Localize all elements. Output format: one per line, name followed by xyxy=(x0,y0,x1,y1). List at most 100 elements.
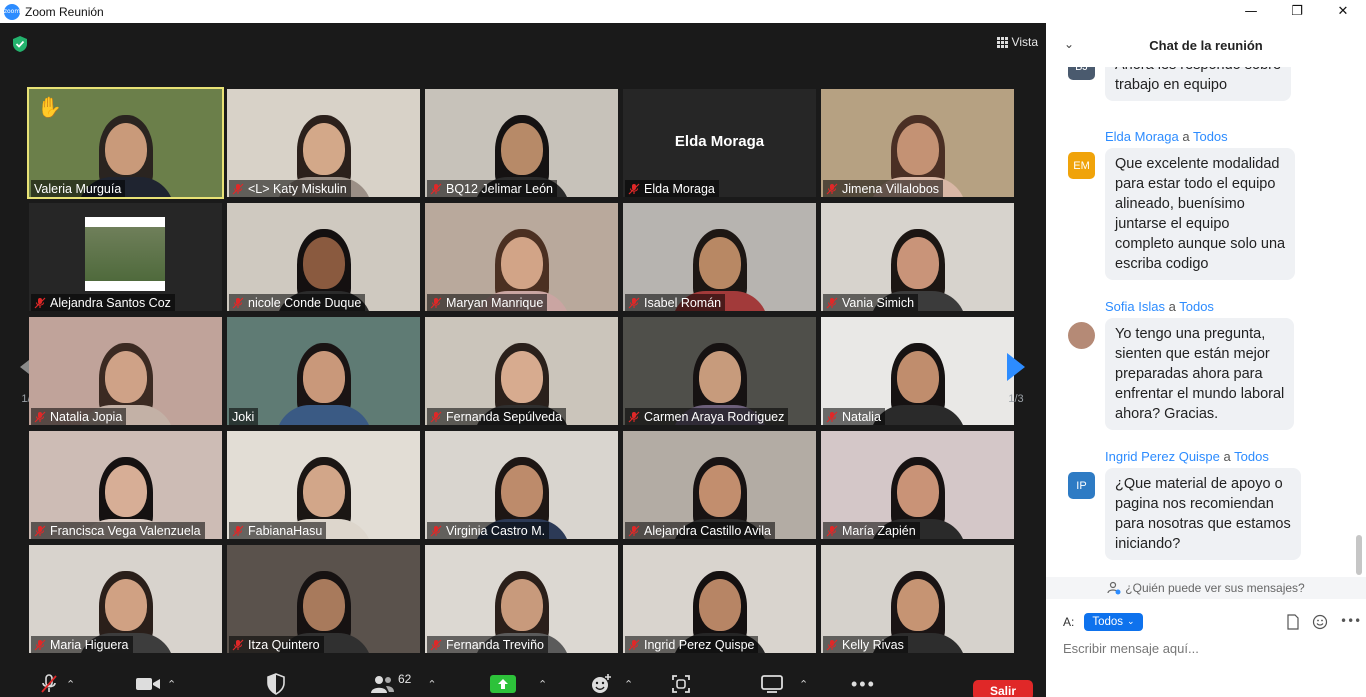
participant-tile[interactable]: Itza Quintero xyxy=(227,545,420,653)
participant-tile[interactable]: Virginia Castro M. xyxy=(425,431,618,539)
microphone-muted-icon xyxy=(41,674,57,693)
participant-tile[interactable]: Fernanda Treviño xyxy=(425,545,618,653)
recipient-dropdown[interactable]: Todos ⌄ xyxy=(1084,613,1143,631)
participant-name: Elda Moraga xyxy=(644,181,715,196)
participant-tile[interactable]: Maryan Manrique xyxy=(425,203,618,311)
participant-tile[interactable]: Joki xyxy=(227,317,420,425)
sender-name[interactable]: Ingrid Perez Quispe xyxy=(1105,449,1220,464)
participant-tile[interactable]: nicole Conde Duque xyxy=(227,203,420,311)
participant-name: María Zapién xyxy=(842,523,916,538)
participant-name-bar: Joki xyxy=(229,408,259,425)
participant-name: Fernanda Sepúlveda xyxy=(446,409,563,424)
microphone-muted-icon xyxy=(34,411,46,422)
participant-tile[interactable]: Natalia xyxy=(821,317,1014,425)
participant-name-bar: FabianaHasu xyxy=(229,522,327,539)
zoom-window: zoom Zoom Reunión — ❐ ✕ Vista 1/3 ✋ Valer… xyxy=(0,0,1366,697)
chat-messages[interactable]: BJ Ahora les respondo sobre trabajo en equ… xyxy=(1046,67,1366,577)
sender-name[interactable]: Sofia Islas xyxy=(1105,299,1165,314)
grid-view-icon xyxy=(996,36,1008,48)
microphone-muted-icon xyxy=(232,525,244,536)
participant-name-bar: BQ12 Jelimar León xyxy=(427,180,558,197)
microphone-muted-icon xyxy=(826,297,838,308)
participant-tile[interactable]: Elda Moraga Elda Moraga xyxy=(623,89,816,197)
recipient-name[interactable]: Todos xyxy=(1193,129,1228,144)
chevron-up-icon[interactable]: ⌃ xyxy=(624,678,633,691)
message-line: completo aunque solo una xyxy=(1115,236,1286,252)
leave-button[interactable]: Salir xyxy=(973,680,1033,697)
participant-tile[interactable]: Isabel Román xyxy=(623,203,816,311)
whiteboard-button[interactable]: ⌃ xyxy=(761,673,808,695)
participant-name-bar: nicole Conde Duque xyxy=(229,294,366,311)
encryption-shield-icon[interactable] xyxy=(11,35,29,53)
message-line: iniciando? xyxy=(1115,536,1181,552)
chat-scrollbar[interactable] xyxy=(1356,69,1362,575)
chevron-up-icon[interactable]: ⌃ xyxy=(66,678,75,691)
chevron-up-icon[interactable]: ⌃ xyxy=(167,678,176,691)
participant-tile[interactable]: Alejandra Castillo Avila xyxy=(623,431,816,539)
share-screen-button[interactable]: ⌃ xyxy=(490,673,547,695)
chevron-up-icon[interactable]: ⌃ xyxy=(538,678,547,691)
participant-name-bar: Maria Higuera xyxy=(31,636,133,653)
participant-tile[interactable]: ✋ Valeria Murguía xyxy=(27,87,224,199)
chevron-up-icon[interactable]: ⌃ xyxy=(427,678,436,691)
chat-input[interactable] xyxy=(1063,641,1353,656)
emoji-icon[interactable] xyxy=(1312,614,1328,630)
participant-name: Jimena Villalobos xyxy=(842,181,940,196)
person-info-icon xyxy=(1107,581,1121,595)
microphone-muted-icon xyxy=(826,411,838,422)
participant-tile[interactable]: Alejandra Santos Coz xyxy=(29,203,222,311)
participant-tile[interactable]: Kelly Rivas xyxy=(821,545,1014,653)
security-button[interactable] xyxy=(266,673,286,695)
participant-tile[interactable]: Ingrid Perez Quispe xyxy=(623,545,816,653)
more-options-icon[interactable]: ••• xyxy=(1340,614,1361,630)
participant-name: Alejandra Santos Coz xyxy=(50,295,171,310)
participant-tile[interactable]: <L> Katy Miskulin xyxy=(227,89,420,197)
microphone-muted-icon xyxy=(826,183,838,194)
microphone-muted-icon xyxy=(628,183,640,194)
participants-icon xyxy=(371,676,394,693)
participant-name: Carmen Araya Rodriguez xyxy=(644,409,785,424)
view-button[interactable]: Vista xyxy=(996,35,1038,49)
participant-tile[interactable]: Vania Simich xyxy=(821,203,1014,311)
participant-tile[interactable]: Francisca Vega Valenzuela xyxy=(29,431,222,539)
close-button[interactable]: ✕ xyxy=(1320,0,1366,23)
participant-tile[interactable]: Natalia Jopia xyxy=(29,317,222,425)
chevron-up-icon[interactable]: ⌃ xyxy=(799,678,808,691)
participant-tile[interactable]: María Zapién xyxy=(821,431,1014,539)
next-page-button[interactable]: 1/3 xyxy=(1001,353,1031,405)
smiley-add-icon xyxy=(592,674,611,693)
participants-button[interactable]: 62 ⌃ xyxy=(369,672,437,695)
to-word: a xyxy=(1182,129,1190,144)
microphone-muted-icon xyxy=(430,639,442,650)
more-dots-icon: ••• xyxy=(851,673,876,694)
participant-tile[interactable]: Fernanda Sepúlveda xyxy=(425,317,618,425)
profile-picture xyxy=(85,217,165,291)
message-sender: Ingrid Perez Quispe a Todos xyxy=(1105,449,1269,464)
participant-tile[interactable]: Jimena Villalobos xyxy=(821,89,1014,197)
mute-button[interactable]: ⌃ xyxy=(38,673,75,695)
recipient-name[interactable]: Todos xyxy=(1234,449,1269,464)
recipient-name[interactable]: Todos xyxy=(1179,299,1214,314)
microphone-muted-icon xyxy=(232,639,244,650)
message-line: ¿Que material de apoyo o xyxy=(1115,476,1283,492)
participant-tile[interactable]: Maria Higuera xyxy=(29,545,222,653)
video-button[interactable]: ⌃ xyxy=(135,673,176,695)
more-button[interactable]: ••• xyxy=(851,673,876,695)
participant-tile[interactable]: FabianaHasu xyxy=(227,431,420,539)
participant-tile[interactable]: Carmen Araya Rodriguez xyxy=(623,317,816,425)
raised-hand-icon: ✋ xyxy=(37,97,62,119)
scrollbar-thumb[interactable] xyxy=(1356,535,1362,575)
participant-name: Ingrid Perez Quispe xyxy=(644,637,755,652)
reactions-button[interactable]: ⌃ xyxy=(590,673,633,695)
participant-name: Valeria Murguía xyxy=(34,181,122,196)
sender-name[interactable]: Elda Moraga xyxy=(1105,129,1179,144)
file-icon[interactable] xyxy=(1286,614,1300,630)
minimize-button[interactable]: — xyxy=(1228,0,1274,23)
who-can-see-link[interactable]: ¿Quién puede ver sus mensajes? xyxy=(1046,577,1366,599)
restore-button[interactable]: ❐ xyxy=(1274,0,1320,23)
chat-panel: ⌄ Chat de la reunión BJ Ahora les respond… xyxy=(1046,23,1366,697)
participant-name-bar: Natalia xyxy=(823,408,885,425)
apps-button[interactable] xyxy=(671,673,691,695)
participant-tile[interactable]: BQ12 Jelimar León xyxy=(425,89,618,197)
participant-name-bar: Fernanda Sepúlveda xyxy=(427,408,567,425)
